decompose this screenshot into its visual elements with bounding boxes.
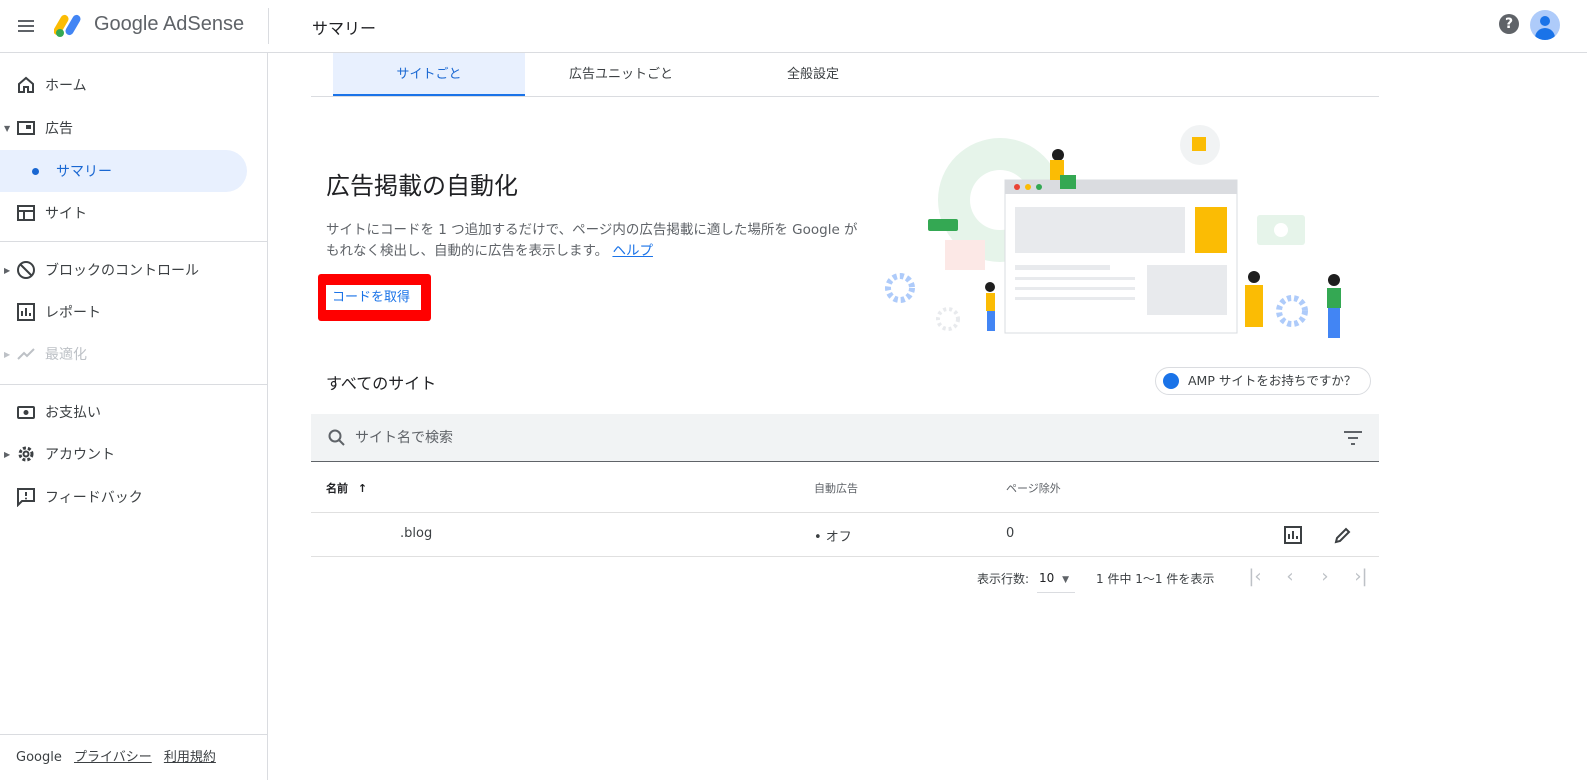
get-code-button[interactable]: コードを取得 <box>326 285 421 310</box>
terms-link[interactable]: 利用規約 <box>164 750 216 765</box>
sidebar-item-label: アカウント <box>45 447 115 463</box>
tab-bar: サイトごと 広告ユニットごと 全般設定 <box>311 53 1379 97</box>
menu-icon[interactable] <box>14 14 38 38</box>
tab-general-settings[interactable]: 全般設定 <box>717 53 909 96</box>
sidebar-item-feedback[interactable]: フィードバック <box>0 476 268 518</box>
column-header-name[interactable]: 名前 ↑ <box>326 480 367 496</box>
site-name-cell[interactable]: .blog <box>400 526 432 541</box>
sidebar-item-summary[interactable]: サマリー <box>0 150 247 192</box>
sidebar-item-label: 最適化 <box>45 347 87 363</box>
privacy-link[interactable]: プライバシー <box>74 750 152 765</box>
sidebar-item-label: サイト <box>45 206 87 222</box>
sidebar-item-label: ブロックのコントロール <box>45 263 199 279</box>
filter-icon[interactable] <box>1343 430 1363 446</box>
block-icon <box>17 261 35 279</box>
header-divider <box>268 8 269 44</box>
ads-icon <box>17 121 35 135</box>
search-icon <box>328 429 345 446</box>
last-page-icon[interactable]: ›| <box>1350 566 1372 588</box>
rows-per-page-value: 10 <box>1039 571 1055 585</box>
sidebar-item-reports[interactable]: レポート <box>0 291 268 333</box>
all-sites-title: すべてのサイト <box>326 374 437 393</box>
footer-google: Google <box>16 750 62 765</box>
sidebar-divider <box>0 241 268 242</box>
pagination-range: 1 件中 1～1 件を表示 <box>1096 572 1215 586</box>
top-app-bar: Google AdSense サマリー ? <box>0 0 1587 53</box>
next-page-icon[interactable]: › <box>1314 566 1336 588</box>
payment-icon <box>17 406 35 419</box>
sidebar-item-label: お支払い <box>45 405 101 421</box>
description-text: サイトにコードを 1 つ追加するだけで、ページ内の広告掲載に適した場所を Goo… <box>326 222 858 259</box>
amp-chip-label: AMP サイトをお持ちですか？ <box>1188 373 1357 388</box>
site-icon <box>17 205 35 221</box>
sidebar-item-blocking-controls[interactable]: ▶ ブロックのコントロール <box>0 249 268 291</box>
column-header-page-exclusions[interactable]: ページ除外 <box>1006 480 1061 496</box>
optimize-icon <box>17 348 35 360</box>
page-title: サマリー <box>312 19 377 38</box>
bolt-icon <box>1163 373 1179 389</box>
column-header-auto-ads[interactable]: 自動広告 <box>814 480 858 496</box>
sidebar-item-ads[interactable]: ▼ 広告 <box>0 107 268 149</box>
column-header-label: 名前 <box>326 482 348 495</box>
auto-ads-title: 広告掲載の自動化 <box>326 172 518 200</box>
avatar[interactable] <box>1530 10 1560 40</box>
table-divider <box>311 556 1379 557</box>
page-exclusions-count: 0 <box>1006 526 1015 541</box>
sidebar: ホーム ▼ 広告 サマリー サイト ▶ ブロックのコントロール レポート ▶ 最… <box>0 53 268 780</box>
caret-down-icon: ▼ <box>4 123 11 133</box>
sidebar-item-label: フィードバック <box>45 490 143 506</box>
auto-ads-illustration <box>885 125 1341 338</box>
sidebar-item-home[interactable]: ホーム <box>0 64 268 106</box>
sidebar-item-label: サマリー <box>56 164 112 180</box>
sidebar-item-payments[interactable]: お支払い <box>0 391 268 433</box>
site-search-bar <box>311 414 1379 462</box>
table-divider <box>311 512 1379 513</box>
tab-by-ad-unit[interactable]: 広告ユニットごと <box>525 53 717 96</box>
sidebar-item-optimization[interactable]: ▶ 最適化 <box>0 333 268 375</box>
adsense-logo-icon <box>54 14 81 37</box>
caret-right-icon: ▶ <box>4 265 11 275</box>
auto-ads-status: • オフ <box>814 530 852 545</box>
caret-right-icon: ▶ <box>4 449 11 459</box>
edit-pencil-icon[interactable] <box>1333 525 1353 545</box>
site-search-input[interactable] <box>355 426 1255 450</box>
sidebar-item-label: 広告 <box>45 121 73 137</box>
sidebar-footer: Google プライバシー 利用規約 <box>16 746 224 765</box>
caret-right-icon: ▶ <box>4 349 11 359</box>
first-page-icon[interactable]: |‹ <box>1244 566 1266 588</box>
report-icon[interactable] <box>1283 525 1303 545</box>
auto-ads-description: サイトにコードを 1 つ追加するだけで、ページ内の広告掲載に適した場所を Goo… <box>326 220 871 262</box>
sidebar-item-label: レポート <box>45 305 101 321</box>
home-icon <box>18 76 34 93</box>
help-icon[interactable]: ? <box>1499 14 1519 34</box>
help-link[interactable]: ヘルプ <box>612 243 653 259</box>
previous-page-icon[interactable]: ‹ <box>1279 566 1301 588</box>
rows-per-page-select[interactable]: 10 ▼ <box>1037 565 1075 593</box>
amp-sites-chip[interactable]: AMP サイトをお持ちですか？ <box>1155 367 1371 395</box>
gear-icon <box>18 446 34 462</box>
sidebar-item-label: ホーム <box>45 78 87 94</box>
sidebar-divider <box>0 384 268 385</box>
sidebar-item-sites[interactable]: サイト <box>0 192 268 234</box>
feedback-icon <box>17 488 35 507</box>
dropdown-arrow-icon: ▼ <box>1062 575 1070 585</box>
sort-arrow-icon: ↑ <box>357 482 368 495</box>
tab-by-site[interactable]: サイトごと <box>333 53 525 96</box>
active-dot-icon <box>32 168 39 175</box>
sidebar-item-account[interactable]: ▶ アカウント <box>0 433 268 475</box>
rows-per-page-label: 表示行数: <box>977 572 1030 586</box>
brand-name: Google AdSense <box>94 13 245 35</box>
report-icon <box>17 303 35 321</box>
sidebar-divider <box>0 734 268 735</box>
